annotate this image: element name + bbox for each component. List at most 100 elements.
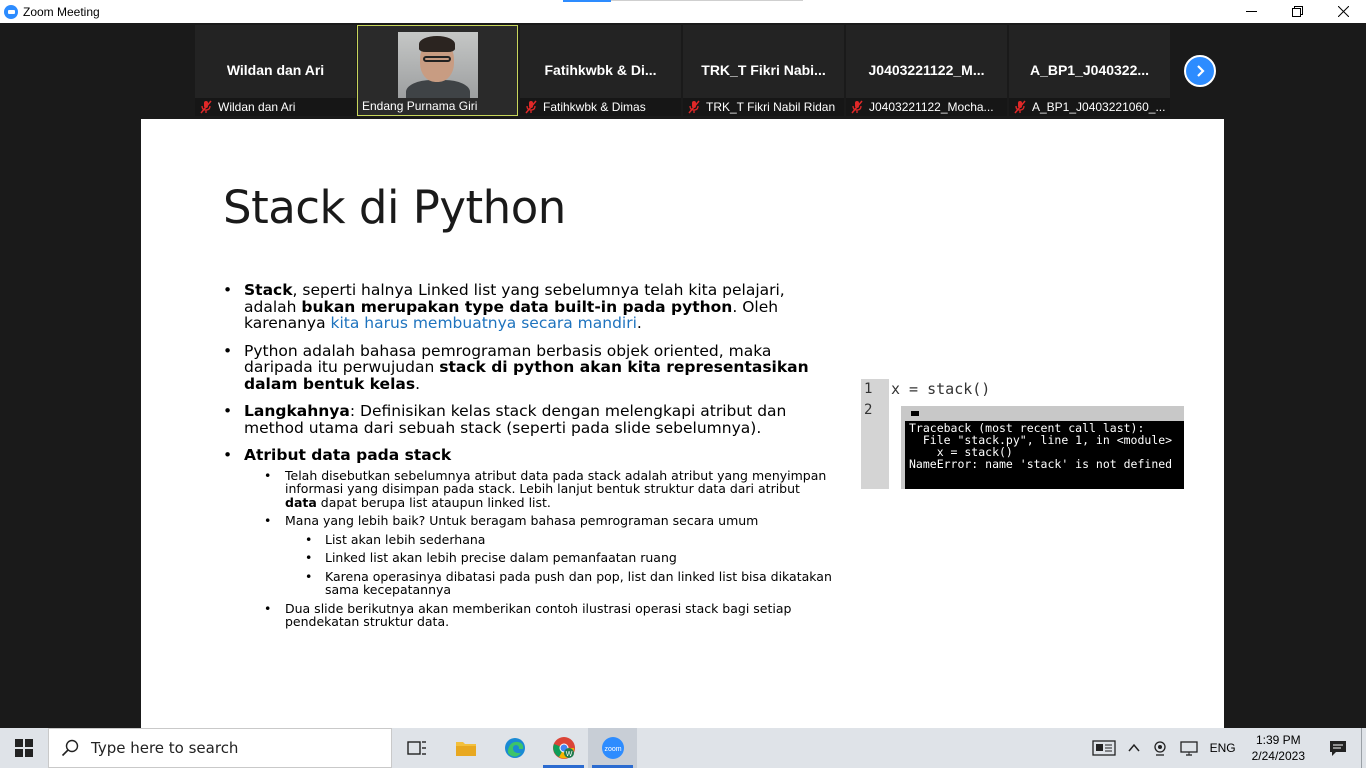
zoom-app-icon [4,4,18,19]
svg-text:W: W [565,751,572,758]
participant-tile[interactable]: J0403221122_M... J0403221122_Mocha... [846,25,1007,116]
chevron-up-icon [1128,743,1140,752]
participant-name-label: Endang Purnama Giri [358,97,517,115]
participant-name: Endang Purnama Giri [362,99,478,113]
participant-tile-active-speaker[interactable]: Endang Purnama Giri [357,25,518,116]
participant-name-label: Fatihkwbk & Dimas [520,98,681,116]
muted-mic-icon [688,100,700,114]
sub-sub-bullet: Karena operasinya dibatasi pada push dan… [223,569,833,597]
zoom-app-button[interactable]: zoom [588,728,637,768]
clock-date: 2/24/2023 [1251,749,1305,763]
show-hidden-icons-button[interactable] [1122,728,1146,768]
sub-bullet: Telah disebutkan sebelumnya atribut data… [223,467,833,510]
sub-bullet: Dua slide berikutnya akan memberikan con… [223,601,833,629]
next-page-button[interactable] [1184,55,1216,87]
bullet-langkah: Langkahnya: Definisikan kelas stack deng… [223,403,833,436]
participant-tile[interactable]: A_BP1_J040322... A_BP1_J0403221060_... [1009,25,1170,116]
muted-mic-icon [200,100,212,114]
participant-tile[interactable]: Fatihkwbk & Di... Fatihkwbk & Dimas [520,25,681,116]
window-controls [1228,0,1366,23]
muted-mic-icon [851,100,863,114]
bullet-python-oop: Python adalah bahasa pemrograman berbasi… [223,342,833,393]
slide-content: Stack, seperti halnya Linked list yang s… [223,282,833,634]
bold-text: Stack [244,281,293,299]
bold-text: Langkahnya [244,402,350,420]
muted-mic-icon [1014,100,1026,114]
participant-tile[interactable]: TRK_T Fikri Nabi... TRK_T Fikri Nabil Ri… [683,25,844,116]
participant-name-label: TRK_T Fikri Nabil Ridan [683,98,844,116]
minimize-icon [1245,11,1257,12]
shared-slide: Stack di Python Stack, seperti halnya Li… [141,119,1224,728]
console-output: Traceback (most recent call last): File … [909,421,1173,471]
restore-button[interactable] [1274,0,1320,23]
participant-name: J0403221122_Mocha... [869,100,994,114]
sub-sub-bullet: Linked list akan lebih precise dalam pem… [223,551,833,565]
loading-indicator [563,0,611,2]
windows-logo-icon [15,739,33,757]
notification-icon [1330,741,1346,756]
window-title: Zoom Meeting [23,4,100,19]
language-indicator[interactable]: ENG [1204,728,1242,768]
participant-display-name: Fatihkwbk & Di... [544,62,657,78]
slide-title: Stack di Python [223,181,566,234]
line-number: 1 [864,381,873,397]
close-button[interactable] [1320,0,1366,23]
bullet-atribut: Atribut data pada stack [223,447,833,464]
taskbar-search-box[interactable]: Type here to search [48,728,392,768]
participant-name: Fatihkwbk & Dimas [543,100,646,114]
window-title-bar: Zoom Meeting [0,0,1366,23]
participant-video [398,32,478,98]
text: Telah disebutkan sebelumnya atribut data… [285,467,827,496]
participant-name: Wildan dan Ari [218,100,296,114]
network-icon [1179,741,1198,756]
bold-text: Atribut data pada stack [244,446,452,464]
participant-tile[interactable]: Wildan dan Ari Wildan dan Ari [195,25,356,116]
show-desktop-button[interactable] [1361,728,1366,768]
chrome-browser-button[interactable]: W [539,728,588,768]
console-title-bar [905,406,1184,421]
sub-sub-bullet: List akan lebih sederhana [223,532,833,547]
highlight-text: kita harus membuatnya secara mandiri [330,314,637,332]
muted-mic-icon [525,100,537,114]
console-window: Traceback (most recent call last): File … [901,406,1184,489]
system-tray: ENG 1:39 PM 2/24/2023 [1086,728,1366,768]
meeting-tray-button[interactable] [1146,728,1174,768]
participant-name-label: J0403221122_Mocha... [846,98,1007,116]
participant-strip: Wildan dan Ari Wildan dan Ari Endang Pur… [0,23,1366,119]
notifications-button[interactable] [1315,728,1361,768]
participant-display-name: Wildan dan Ari [226,62,325,78]
minimize-button[interactable] [1228,0,1274,23]
bold-text: data [285,494,317,510]
bold-text: bukan merupakan type data built-in pada … [301,297,733,316]
news-icon [1091,740,1116,756]
network-button[interactable] [1174,728,1204,768]
participant-name: A_BP1_J0403221060_... [1032,100,1166,114]
task-view-icon [406,741,426,755]
participant-name: TRK_T Fikri Nabil Ridan [706,100,836,114]
search-icon [61,739,79,757]
taskbar-clock[interactable]: 1:39 PM 2/24/2023 [1242,732,1315,764]
participant-display-name: A_BP1_J040322... [1029,62,1150,78]
line-number: 2 [864,402,873,418]
participant-display-name: TRK_T Fikri Nabi... [701,62,826,78]
text: . [636,314,642,332]
news-widget-button[interactable] [1086,728,1122,768]
line-number-gutter: 1 2 [861,379,889,489]
console-icon [911,411,919,416]
loading-track [611,0,803,1]
restore-icon [1291,6,1303,17]
svg-text:zoom: zoom [604,746,621,753]
camera-icon [1153,741,1166,756]
start-button[interactable] [0,728,48,768]
bullet-stack: Stack, seperti halnya Linked list yang s… [223,282,833,332]
clock-time: 1:39 PM [1255,733,1301,747]
taskbar: Type here to search W zoom ENG 1:39 PM 2… [0,728,1366,768]
participant-display-name: J0403221122_M... [868,62,985,78]
edge-icon [504,738,525,758]
chrome-icon: W [552,737,575,759]
edge-browser-button[interactable] [490,728,539,768]
task-view-button[interactable] [392,728,441,768]
text: dapat berupa list ataupun linked list. [316,494,551,510]
file-explorer-button[interactable] [441,728,490,768]
folder-icon [455,742,476,756]
